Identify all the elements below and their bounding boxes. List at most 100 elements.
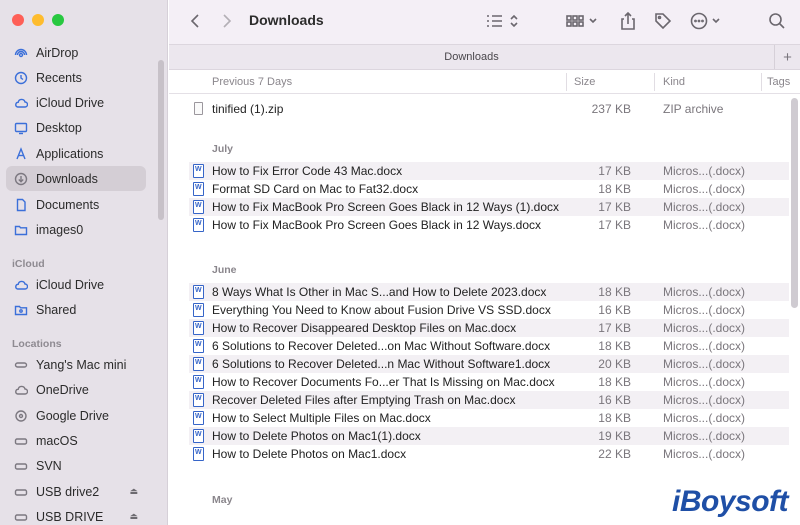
file-row[interactable]: How to Select Multiple Files on Mac.docx…: [189, 409, 789, 427]
sidebar-item-label: Google Drive: [36, 408, 109, 423]
column-header-size[interactable]: Size: [574, 76, 595, 88]
file-size: 18 KB: [598, 182, 631, 196]
word-document-icon: [193, 393, 204, 407]
file-row[interactable]: tinified (1).zip 237 KB ZIP archive: [189, 100, 789, 118]
file-row[interactable]: How to Fix MacBook Pro Screen Goes Black…: [189, 216, 789, 234]
tab-downloads[interactable]: Downloads: [169, 51, 774, 63]
window-controls: [12, 14, 64, 26]
word-document-icon: [193, 182, 204, 196]
file-kind: Micros...(.docx): [663, 393, 746, 407]
file-row[interactable]: Recover Deleted Files after Emptying Tra…: [189, 391, 789, 409]
search-button[interactable]: [767, 11, 787, 31]
sidebar-item-google-drive[interactable]: Google Drive: [6, 403, 146, 428]
sidebar-item-label: Downloads: [36, 171, 98, 186]
column-header-kind[interactable]: Kind: [663, 76, 685, 88]
column-header-row: Previous 7 Days Size Kind Tags: [169, 70, 800, 94]
column-separator[interactable]: [566, 73, 567, 91]
file-row[interactable]: How to Recover Documents Fo...er That Is…: [189, 373, 789, 391]
sidebar-item-label: iCloud Drive: [36, 277, 105, 292]
file-row[interactable]: Everything You Need to Know about Fusion…: [189, 301, 789, 319]
column-separator[interactable]: [761, 73, 762, 91]
tags-button[interactable]: [653, 11, 673, 31]
sidebar-item-label: USB drive2: [36, 484, 100, 499]
sidebar-item-onedrive[interactable]: OneDrive: [6, 377, 146, 402]
sidebar-item-airdrop[interactable]: AirDrop: [6, 40, 146, 65]
file-row[interactable]: 6 Solutions to Recover Deleted...on Mac …: [189, 337, 789, 355]
sidebar-item-svn[interactable]: SVN: [6, 453, 146, 478]
file-list: tinified (1).zip 237 KB ZIP archive July…: [169, 94, 789, 525]
file-size: 20 KB: [598, 357, 631, 371]
zoom-window-button[interactable]: [52, 14, 64, 26]
word-document-icon: [193, 200, 204, 214]
sidebar-item-usb-drive2[interactable]: USB drive2 ⏏: [6, 479, 146, 504]
file-size: 18 KB: [598, 285, 631, 299]
sidebar-item-label: Recents: [36, 70, 82, 85]
sidebar-item-mac-mini[interactable]: Yang's Mac mini: [6, 352, 146, 377]
sidebar-item-downloads[interactable]: Downloads: [6, 166, 146, 191]
back-button[interactable]: [187, 12, 203, 30]
sidebar-scrollbar[interactable]: [158, 60, 164, 220]
sidebar-item-shared[interactable]: Shared: [6, 297, 146, 322]
more-actions-button[interactable]: [689, 11, 725, 31]
share-button[interactable]: [619, 10, 637, 32]
column-header-tags[interactable]: Tags: [767, 76, 790, 88]
column-separator[interactable]: [654, 73, 655, 91]
sidebar-item-applications[interactable]: Applications: [6, 141, 146, 166]
sidebar-item-label: AirDrop: [36, 45, 79, 60]
eject-icon[interactable]: ⏏: [129, 511, 138, 522]
file-kind: Micros...(.docx): [663, 429, 746, 443]
file-name: Recover Deleted Files after Emptying Tra…: [212, 393, 516, 407]
window-title: Downloads: [249, 12, 324, 28]
close-window-button[interactable]: [12, 14, 24, 26]
file-row[interactable]: How to Delete Photos on Mac1.docx 22 KB …: [189, 445, 789, 463]
file-kind: Micros...(.docx): [663, 164, 746, 178]
file-kind: Micros...(.docx): [663, 200, 746, 214]
file-row[interactable]: How to Fix Error Code 43 Mac.docx 17 KB …: [189, 162, 789, 180]
sidebar-item-macos[interactable]: macOS: [6, 428, 146, 453]
document-icon: [14, 198, 28, 212]
sidebar-item-label: macOS: [36, 433, 78, 448]
sidebar-item-label: Shared: [36, 302, 77, 317]
sidebar-item-desktop[interactable]: Desktop: [6, 115, 146, 140]
file-size: 17 KB: [598, 321, 631, 335]
word-document-icon: [193, 285, 204, 299]
sidebar-item-icloud-drive-2[interactable]: iCloud Drive: [6, 272, 146, 297]
file-row[interactable]: How to Recover Disappeared Desktop Files…: [189, 319, 789, 337]
file-row[interactable]: 8 Ways What Is Other in Mac S...and How …: [189, 283, 789, 301]
group-header-june: June: [212, 264, 237, 276]
sidebar-item-icloud-drive[interactable]: iCloud Drive: [6, 90, 146, 115]
shared-folder-icon: [14, 303, 28, 317]
sidebar-item-label: Desktop: [36, 120, 82, 135]
new-tab-button[interactable]: +: [774, 45, 800, 69]
view-options-button[interactable]: [485, 12, 521, 30]
word-document-icon: [193, 339, 204, 353]
sidebar-item-documents[interactable]: Documents: [6, 192, 146, 217]
sidebar-section-icloud: iCloud: [12, 258, 45, 270]
column-header-name[interactable]: Previous 7 Days: [212, 76, 292, 88]
sidebar-item-usb-drive[interactable]: USB DRIVE ⏏: [6, 504, 146, 525]
forward-button[interactable]: [219, 12, 235, 30]
cloud-icon: [14, 96, 28, 110]
file-size: 17 KB: [598, 200, 631, 214]
file-kind: Micros...(.docx): [663, 182, 746, 196]
file-row[interactable]: How to Delete Photos on Mac1(1).docx 19 …: [189, 427, 789, 445]
disk-icon: [14, 485, 28, 499]
file-kind: Micros...(.docx): [663, 285, 746, 299]
sidebar-item-label: SVN: [36, 458, 62, 473]
file-list-scrollbar[interactable]: [791, 98, 798, 308]
file-name: How to Fix MacBook Pro Screen Goes Black…: [212, 218, 542, 232]
file-row[interactable]: 6 Solutions to Recover Deleted...n Mac W…: [189, 355, 789, 373]
sidebar-item-images0[interactable]: images0: [6, 217, 146, 242]
file-name: How to Fix MacBook Pro Screen Goes Black…: [212, 200, 560, 214]
download-icon: [14, 172, 28, 186]
group-button[interactable]: [565, 12, 601, 30]
sidebar-item-label: USB DRIVE: [36, 509, 104, 524]
file-row[interactable]: How to Fix MacBook Pro Screen Goes Black…: [189, 198, 789, 216]
minimize-window-button[interactable]: [32, 14, 44, 26]
file-row[interactable]: Format SD Card on Mac to Fat32.docx 18 K…: [189, 180, 789, 198]
clock-icon: [14, 71, 28, 85]
group-header-july: July: [212, 143, 234, 155]
sidebar-item-recents[interactable]: Recents: [6, 65, 146, 90]
file-kind: Micros...(.docx): [663, 357, 746, 371]
eject-icon[interactable]: ⏏: [129, 486, 138, 497]
